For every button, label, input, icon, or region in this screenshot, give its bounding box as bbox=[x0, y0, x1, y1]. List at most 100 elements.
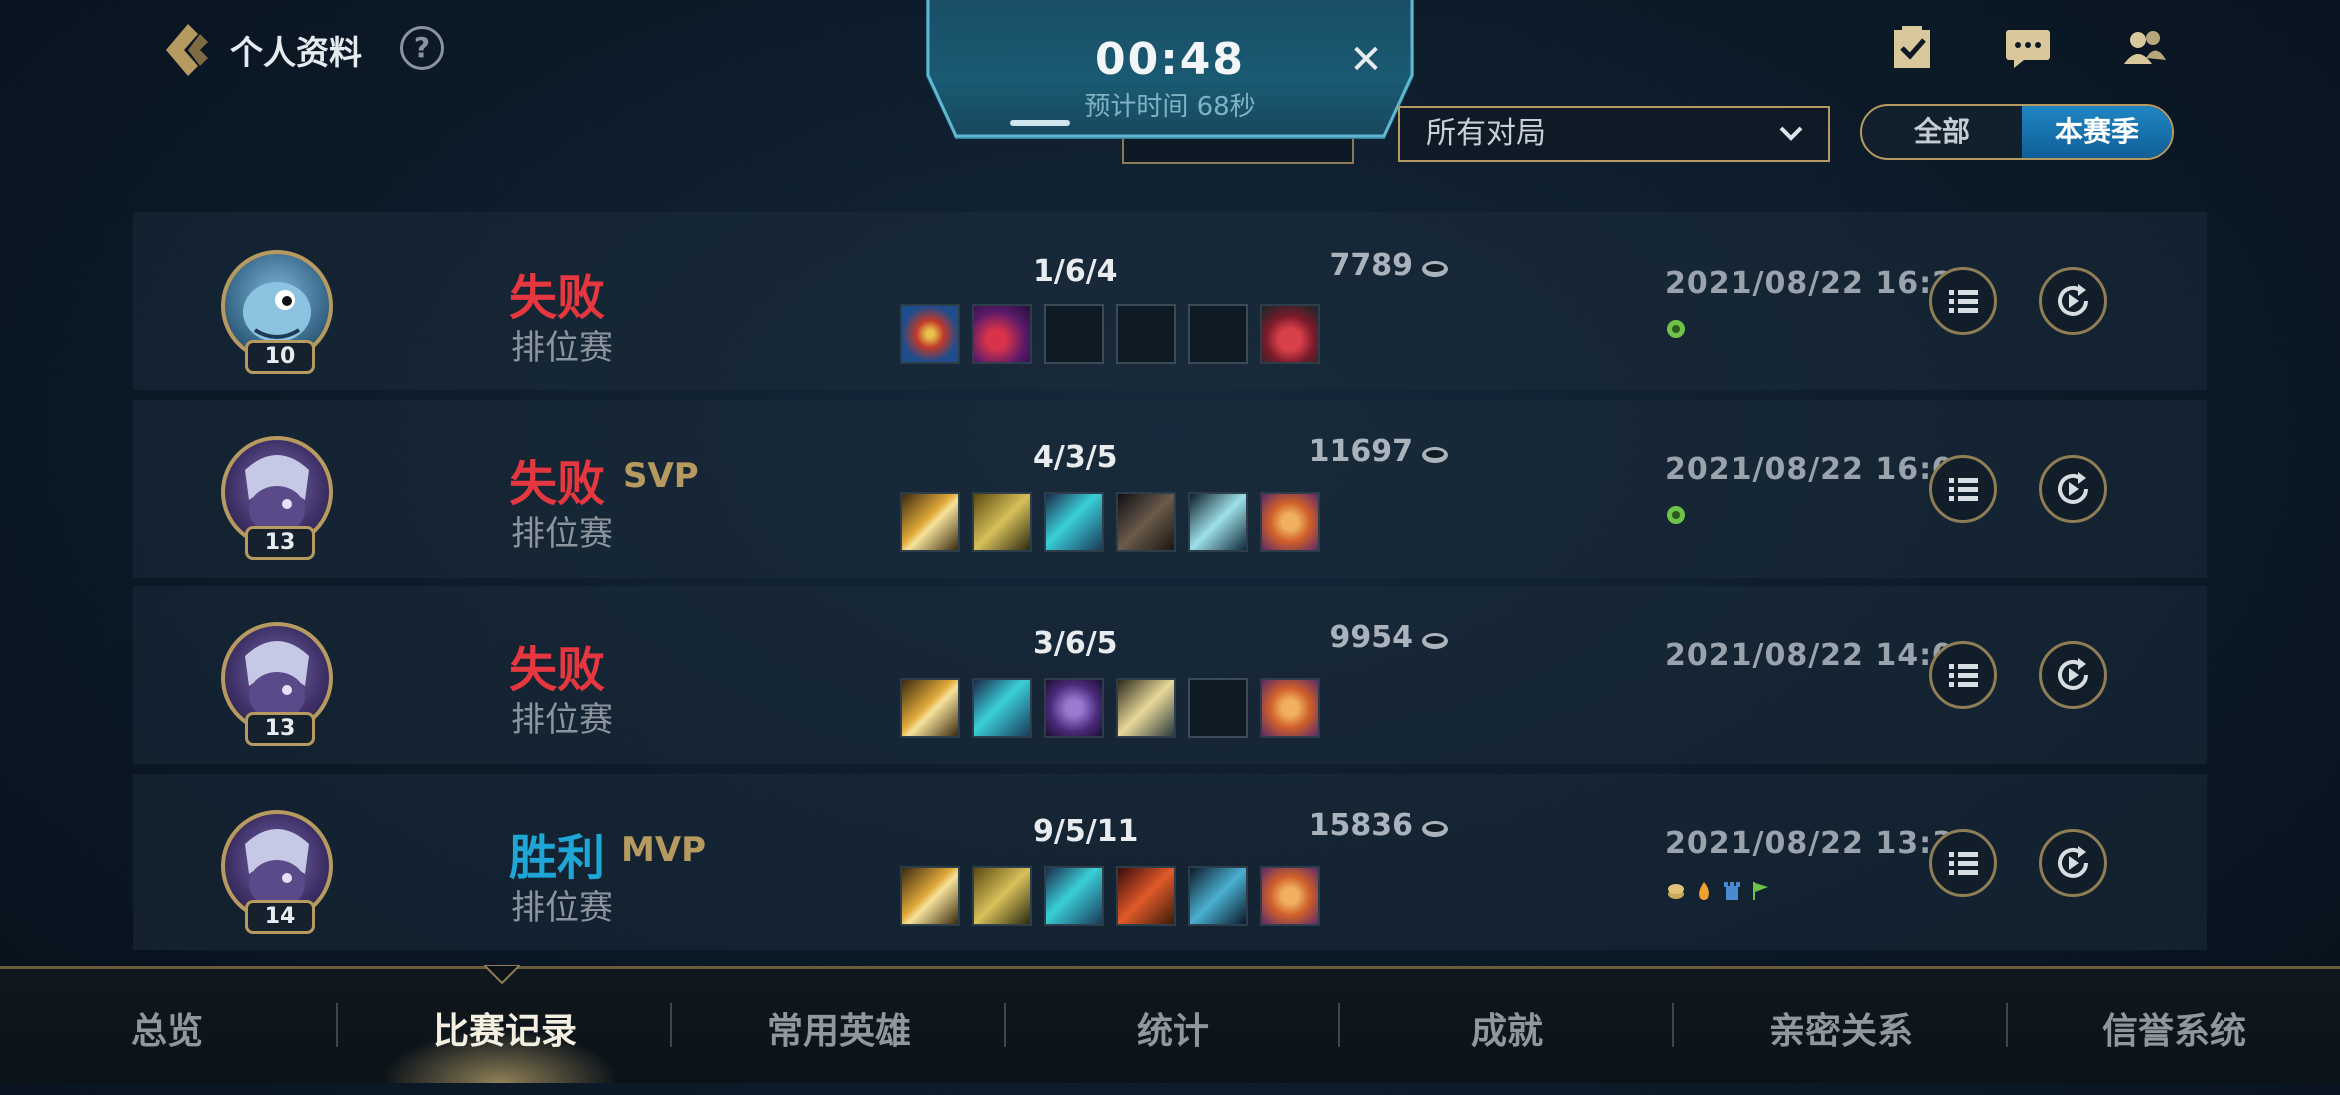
gold-coin-icon bbox=[1422, 447, 1448, 463]
coin-icon bbox=[1668, 884, 1684, 899]
match-result: 失败 bbox=[509, 270, 606, 326]
svp-badge: SVP bbox=[623, 456, 699, 496]
item-slot bbox=[1188, 866, 1248, 926]
kda: 1/6/4 bbox=[1033, 254, 1118, 289]
tower-icon bbox=[1724, 882, 1740, 900]
item-slot bbox=[900, 866, 960, 926]
tab-match-history[interactable]: 比赛记录 bbox=[338, 969, 672, 1083]
list-icon bbox=[1949, 852, 1978, 875]
chat-bubble-icon[interactable] bbox=[2004, 24, 2052, 72]
item-slot-empty bbox=[1116, 304, 1176, 364]
kda: 9/5/11 bbox=[1033, 814, 1139, 849]
item-slot bbox=[1044, 678, 1104, 738]
gold-amount: 7789 bbox=[1329, 248, 1414, 283]
item-slot bbox=[900, 492, 960, 552]
help-icon[interactable]: ? bbox=[400, 26, 444, 70]
timer-progress-bar bbox=[1010, 120, 1070, 126]
match-row[interactable]: 13 失败 SVP 排位赛 4/3/5 11697 2021/08/22 16:… bbox=[133, 400, 2207, 578]
item-slot bbox=[1260, 492, 1320, 552]
replay-button[interactable] bbox=[2039, 641, 2107, 709]
hero-level: 13 bbox=[245, 712, 315, 746]
friends-icon[interactable] bbox=[2120, 24, 2168, 72]
bottom-tab-bar: 总览 比赛记录 常用英雄 统计 成就 亲密关系 信誉系统 bbox=[0, 965, 2340, 1083]
timer-estimate: 预计时间 68秒 bbox=[1084, 92, 1256, 122]
match-result: 失败 bbox=[509, 456, 606, 512]
kda: 4/3/5 bbox=[1033, 440, 1118, 475]
item-slot bbox=[900, 678, 960, 738]
replay-button[interactable] bbox=[2039, 455, 2107, 523]
item-slot bbox=[1188, 492, 1248, 552]
kda: 3/6/5 bbox=[1033, 626, 1118, 661]
list-icon bbox=[1949, 664, 1978, 687]
item-slot bbox=[972, 678, 1032, 738]
list-icon bbox=[1949, 478, 1978, 501]
toggle-all[interactable]: 全部 bbox=[1862, 106, 2022, 158]
item-slot bbox=[1044, 492, 1104, 552]
tab-statistics[interactable]: 统计 bbox=[1006, 969, 1340, 1083]
item-slot bbox=[1116, 492, 1176, 552]
item-slot bbox=[972, 866, 1032, 926]
replay-icon bbox=[2058, 472, 2088, 504]
item-slot bbox=[1044, 866, 1104, 926]
gold-coin-icon bbox=[1422, 821, 1448, 837]
season-toggle[interactable]: 全部 本赛季 bbox=[1860, 104, 2174, 160]
item-slot-empty bbox=[1188, 678, 1248, 738]
page-title: 个人资料 bbox=[230, 33, 362, 72]
timer-value: 00:48 bbox=[1094, 34, 1246, 85]
hero-level: 10 bbox=[245, 340, 315, 374]
match-details-button[interactable] bbox=[1929, 455, 1997, 523]
item-slot-empty bbox=[1044, 304, 1104, 364]
item-slot bbox=[1116, 866, 1176, 926]
gold-amount: 9954 bbox=[1329, 620, 1414, 655]
tab-overview[interactable]: 总览 bbox=[0, 969, 334, 1083]
tab-credit-system[interactable]: 信誉系统 bbox=[2008, 969, 2340, 1083]
task-checklist-icon[interactable] bbox=[1888, 24, 1936, 72]
match-result: 失败 bbox=[509, 642, 606, 698]
match-row[interactable]: 10 失败 排位赛 1/6/4 7789 2021/08/22 16:21 bbox=[133, 212, 2207, 390]
tab-common-heroes[interactable]: 常用英雄 bbox=[672, 969, 1006, 1083]
hero-level: 14 bbox=[245, 900, 315, 934]
chevron-down-icon bbox=[1779, 126, 1803, 141]
match-mode: 排位赛 bbox=[511, 700, 613, 740]
item-slot bbox=[1260, 866, 1320, 926]
item-slot-empty bbox=[1188, 304, 1248, 364]
match-details-button[interactable] bbox=[1929, 267, 1997, 335]
gold-amount: 11697 bbox=[1308, 434, 1413, 469]
mvp-badge: MVP bbox=[621, 830, 707, 870]
tab-achievements[interactable]: 成就 bbox=[1340, 969, 1674, 1083]
hero-level: 13 bbox=[245, 526, 315, 560]
list-icon bbox=[1949, 290, 1978, 313]
back-arrow-icon[interactable] bbox=[158, 20, 214, 80]
tab-relationships[interactable]: 亲密关系 bbox=[1674, 969, 2008, 1083]
top-bar: 个人资料 ? 00:48 预计时间 68秒 ✕ 所有对局 全部 本赛季 bbox=[0, 0, 2340, 164]
fire-icon bbox=[1699, 882, 1709, 900]
match-filter-select[interactable]: 所有对局 bbox=[1398, 106, 1830, 162]
item-slot bbox=[1260, 678, 1320, 738]
item-slot bbox=[972, 492, 1032, 552]
match-row[interactable]: 13 失败 排位赛 3/6/5 9954 2021/08/22 14:00 bbox=[133, 586, 2207, 764]
replay-icon bbox=[2058, 284, 2088, 316]
gold-amount: 15836 bbox=[1308, 808, 1413, 843]
item-slot bbox=[1116, 678, 1176, 738]
filter-selected-value: 所有对局 bbox=[1426, 116, 1546, 151]
item-slot bbox=[1260, 304, 1320, 364]
toggle-current-season[interactable]: 本赛季 bbox=[2022, 106, 2172, 158]
match-mode: 排位赛 bbox=[511, 514, 613, 554]
match-mode: 排位赛 bbox=[511, 328, 613, 368]
match-row[interactable]: 14 胜利 MVP 排位赛 9/5/11 15836 2021/08/22 13… bbox=[133, 774, 2207, 950]
match-mode: 排位赛 bbox=[511, 888, 613, 928]
match-details-button[interactable] bbox=[1929, 641, 1997, 709]
green-coin-icon bbox=[1667, 506, 1685, 524]
match-result: 胜利 bbox=[509, 830, 606, 886]
replay-button[interactable] bbox=[2039, 267, 2107, 335]
matchmaking-timer-panel: 00:48 预计时间 68秒 bbox=[926, 0, 1414, 139]
replay-button[interactable] bbox=[2039, 829, 2107, 897]
match-details-button[interactable] bbox=[1929, 829, 1997, 897]
close-icon[interactable]: ✕ bbox=[1346, 40, 1386, 80]
gold-coin-icon bbox=[1422, 261, 1448, 277]
item-slot bbox=[900, 304, 960, 364]
green-coin-icon bbox=[1667, 320, 1685, 338]
replay-icon bbox=[2058, 658, 2088, 690]
replay-icon bbox=[2058, 846, 2088, 878]
flag-icon bbox=[1753, 882, 1768, 900]
